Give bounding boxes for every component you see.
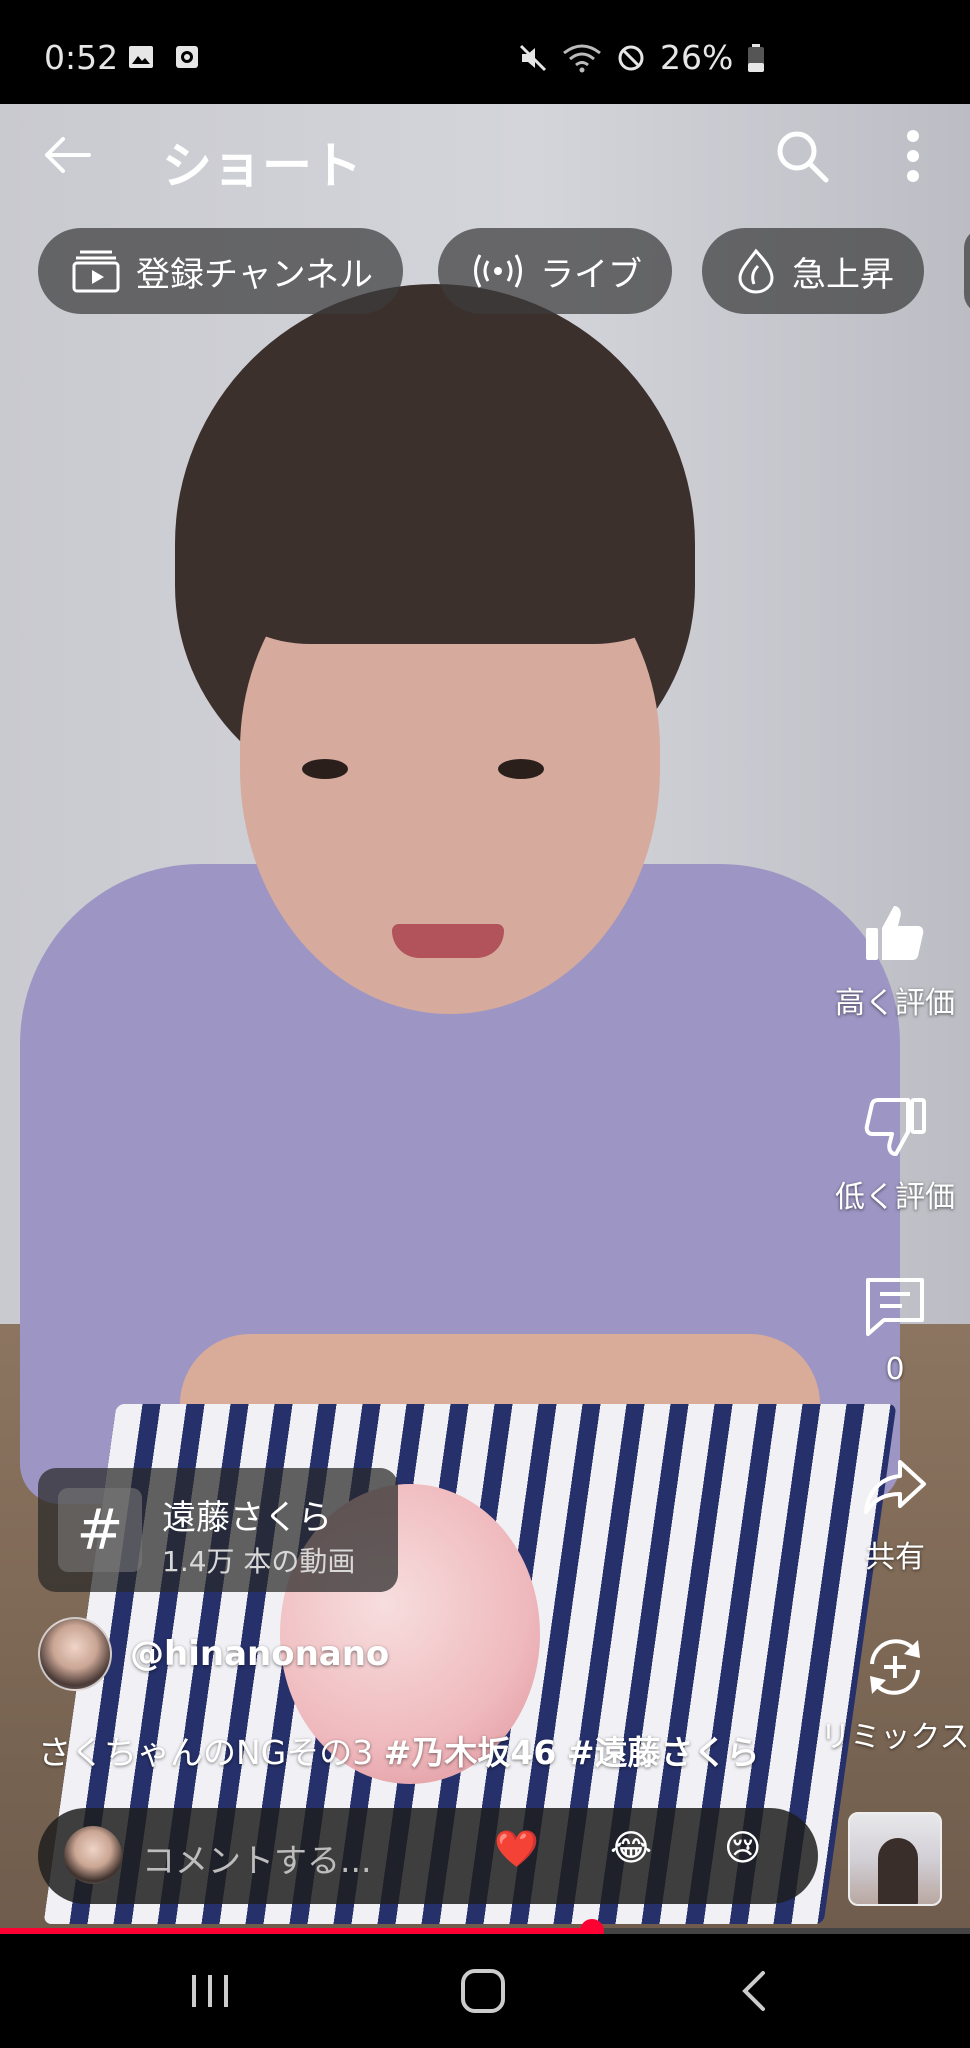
nav-back-icon [742,1971,765,2011]
hashtag-card[interactable]: # 遠藤さくら 1.4万 本の動画 [38,1468,398,1592]
share-button[interactable]: 共有 [820,1454,970,1576]
channel-avatar[interactable] [38,1617,112,1691]
video-eye-right [498,759,544,779]
home-button[interactable] [453,1964,513,2018]
hashtag-name: 遠藤さくら [162,1498,332,1538]
more-vert-icon[interactable] [888,126,938,186]
channel-handle[interactable]: @hinanonano [130,1634,389,1674]
screen-record-icon [176,46,198,68]
nav-back-button[interactable] [724,1964,784,2018]
dislike-button[interactable]: 低く評価 [820,1094,970,1216]
remix-button[interactable]: リミックス [820,1634,970,1756]
image-icon [129,46,153,68]
chip-label: 急上昇 [792,254,894,295]
recents-icon [192,1975,228,2007]
video-caption: さくちゃんのNGその3 #乃木坂46 #遠藤さくら [38,1726,759,1774]
comment-icon [866,1278,924,1336]
cry-emoji-button[interactable]: 😢 [724,1828,762,1869]
chip-row: 登録チャンネル ライブ 急上昇 [0,228,970,316]
remix-icon [870,1639,920,1695]
mute-icon [519,44,547,71]
page-title: ショート [162,137,362,195]
user-avatar [64,1826,122,1884]
wifi-icon [563,44,601,72]
battery-percent: 26% [660,38,734,77]
hashtag-icon: # [58,1488,142,1572]
home-icon [461,1969,505,2013]
status-bar: 0:52 26% [0,0,970,104]
dislike-label: 低く評価 [835,1180,955,1215]
hashtag-count: 1.4万 本の動画 [162,1545,356,1578]
share-icon [864,1460,926,1514]
status-right: 26% [518,38,765,77]
channel-row[interactable]: @hinanonano [38,1616,389,1692]
live-icon [474,254,522,288]
top-bar: ショート [0,104,970,214]
recents-button[interactable] [180,1964,240,2018]
comment-count: 0 [885,1352,905,1387]
comment-input[interactable]: コメントする... [142,1834,371,1882]
chip-label: 登録チャンネル [136,254,373,295]
video-mouth [392,924,504,958]
thumbs-up-icon [866,906,924,960]
subscriptions-icon [72,250,120,293]
comment-button[interactable]: 0 [820,1274,970,1387]
comment-bar[interactable]: コメントする... ❤️ 😂 😢 [38,1808,818,1904]
trending-icon [738,248,774,294]
chip-overflow[interactable] [964,228,970,314]
chip-label: ライブ [540,254,642,295]
back-button[interactable] [40,128,94,182]
system-nav-bar [0,1934,970,2048]
thumbnail-figure [878,1838,918,1904]
caption-hashtag-1[interactable]: #乃木坂46 [384,1733,557,1772]
video-eye-left [302,759,348,779]
chip-trending[interactable]: 急上昇 [702,228,924,314]
share-label: 共有 [865,1540,925,1575]
video-bangs [232,414,672,644]
like-button[interactable]: 高く評価 [820,900,970,1022]
chip-live[interactable]: ライブ [438,228,672,314]
original-video-thumbnail[interactable] [848,1812,942,1906]
remix-label: リミックス [820,1720,970,1755]
chip-subscriptions[interactable]: 登録チャンネル [38,228,403,314]
battery-icon [748,43,765,72]
caption-hashtag-2[interactable]: #遠藤さくら [567,1733,760,1772]
caption-text: さくちゃんのNGその3 [38,1733,384,1772]
laugh-emoji-button[interactable]: 😂 [610,1828,652,1869]
heart-emoji-button[interactable]: ❤️ [494,1828,539,1870]
dnd-icon [618,45,644,70]
like-label: 高く評価 [835,986,955,1021]
search-icon[interactable] [772,126,832,186]
back-arrow-icon [45,137,91,173]
status-time: 0:52 [44,38,119,77]
thumbs-down-icon [864,1098,926,1156]
